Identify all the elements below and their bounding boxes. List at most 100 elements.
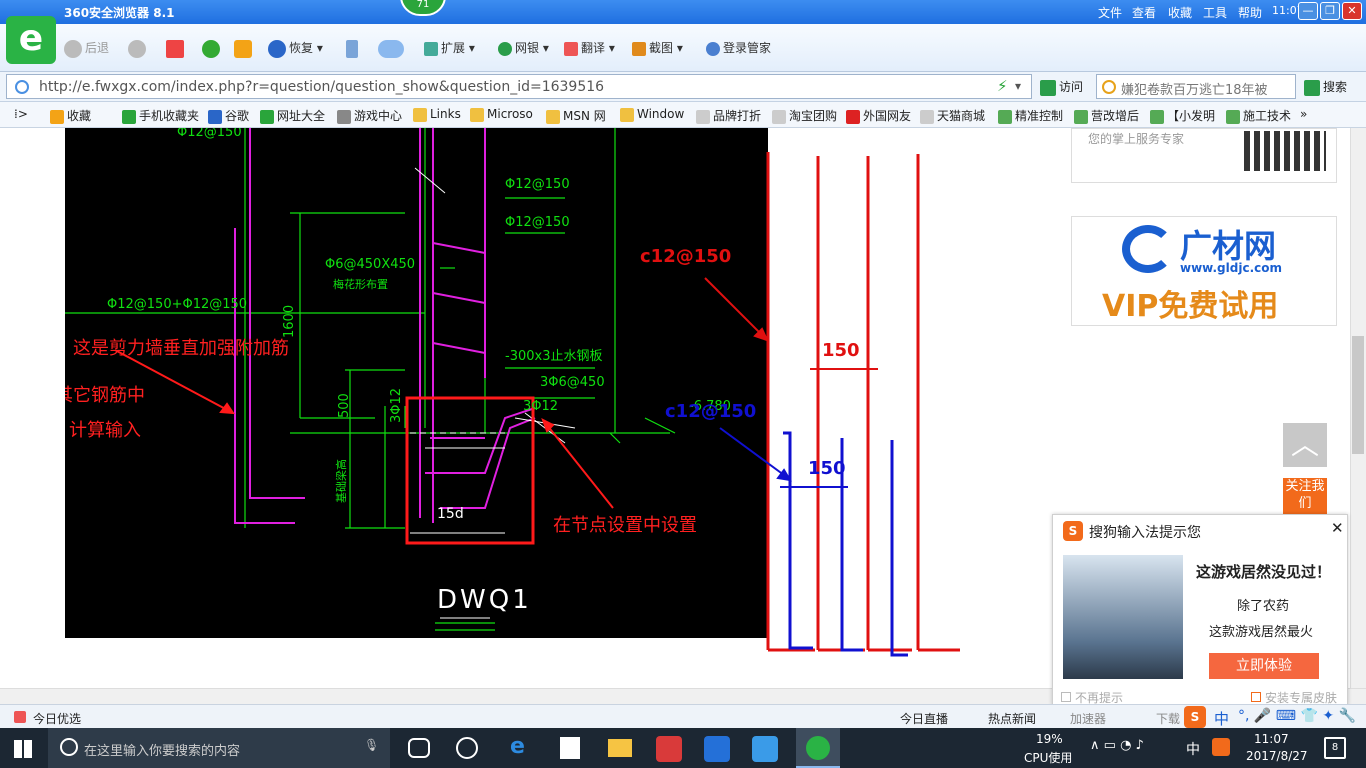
popup-line1: 除了农药: [1237, 599, 1290, 614]
bank-button[interactable]: 网银 ▾: [498, 36, 549, 60]
edge-icon[interactable]: e: [510, 734, 525, 759]
menu-tools[interactable]: 工具: [1203, 4, 1227, 21]
highlight-box: [405, 396, 535, 545]
task-view-icon[interactable]: [408, 738, 430, 758]
action-center-icon[interactable]: 8: [1324, 737, 1346, 759]
today-picks[interactable]: 今日优选: [33, 710, 81, 727]
stop-button[interactable]: [166, 36, 187, 60]
restore-button[interactable]: ❐: [1320, 2, 1340, 20]
menu-favorites[interactable]: 收藏: [1168, 4, 1192, 21]
tray-icons[interactable]: ∧ ▭ ◔ ♪: [1090, 738, 1144, 753]
screenshot-label: 截图: [649, 41, 674, 55]
notification-badge[interactable]: 71: [400, 0, 446, 16]
cad-label-2: Φ12@150: [505, 215, 570, 230]
minimize-button[interactable]: —: [1298, 2, 1318, 20]
accelerator[interactable]: 加速器: [1070, 710, 1106, 727]
sogou-logo-icon: S: [1063, 521, 1083, 541]
app-red-icon[interactable]: [656, 736, 682, 762]
bookmark-item[interactable]: 外国网友: [846, 107, 911, 124]
dropdown-arrow-icon[interactable]: ▾: [1015, 79, 1021, 93]
search-button[interactable]: 搜索: [1304, 78, 1347, 96]
today-live[interactable]: 今日直播: [900, 710, 948, 727]
scissors-icon: [632, 41, 646, 56]
sogou-ime-icon[interactable]: S: [1184, 706, 1206, 728]
back-to-top-button[interactable]: ︿: [1283, 423, 1327, 467]
bookmark-item[interactable]: 天猫商城: [920, 107, 985, 124]
cad-label-top: Φ12@150: [177, 128, 242, 140]
taskbar-search-box[interactable]: 在这里输入你要搜索的内容 🎙: [48, 728, 390, 768]
cloud-button[interactable]: [378, 36, 407, 60]
file-explorer-icon[interactable]: [608, 739, 632, 757]
extend-button[interactable]: 扩展 ▾: [424, 36, 475, 60]
restore-tab-button[interactable]: 恢复 ▾: [268, 36, 323, 60]
gldjc-ad[interactable]: 广材网 www.gldjc.com VIP免费试用: [1071, 216, 1337, 326]
translate-button[interactable]: 翻译 ▾: [564, 36, 615, 60]
close-button[interactable]: ✕: [1342, 2, 1362, 20]
browser-360-taskbar-icon[interactable]: [796, 728, 840, 768]
bookmark-label: 手机收藏夹: [139, 109, 200, 123]
bookmark-item[interactable]: Window: [620, 107, 684, 122]
login-manager-button[interactable]: 登录管家: [706, 36, 771, 60]
store-icon[interactable]: [560, 737, 580, 759]
sidebar-toggle-icon[interactable]: ⁞>: [14, 107, 28, 121]
taskbar: 在这里输入你要搜索的内容 🎙 e 19% CPU使用 ∧ ▭ ◔ ♪ 中 11:…: [0, 728, 1366, 768]
bookmark-item[interactable]: Links: [413, 107, 461, 122]
taskbar-search-placeholder: 在这里输入你要搜索的内容: [84, 744, 241, 759]
bookmark-item[interactable]: 品牌打折: [696, 107, 761, 124]
bookmark-item[interactable]: 收藏: [50, 107, 91, 124]
menu-view[interactable]: 查看: [1132, 4, 1156, 21]
app-blue-g-icon[interactable]: [704, 736, 730, 762]
game-thumbnail: [1063, 555, 1183, 679]
url-input[interactable]: http://e.fwxgx.com/index.php?r=question/…: [6, 74, 1032, 99]
taskbar-ime-lang[interactable]: 中: [1186, 739, 1200, 759]
cad-label-3: Φ6@450X450: [325, 257, 415, 272]
try-now-button[interactable]: 立即体验: [1209, 653, 1319, 679]
taskbar-time: 11:07: [1254, 732, 1289, 746]
popup-close-icon[interactable]: ✕: [1331, 519, 1344, 537]
bookmark-label: 收藏: [67, 109, 92, 123]
visit-button[interactable]: 访问: [1040, 78, 1083, 96]
app-plus-icon[interactable]: [752, 736, 778, 762]
refresh-button[interactable]: [202, 36, 223, 60]
bookmark-item[interactable]: 网址大全: [260, 107, 325, 124]
ime-lang[interactable]: 中: [1214, 708, 1229, 729]
screenshot-button[interactable]: 截图 ▾: [632, 36, 683, 60]
refresh-icon: [202, 39, 220, 58]
phone-button[interactable]: [346, 36, 361, 60]
download[interactable]: 下载: [1156, 710, 1180, 727]
lightning-icon[interactable]: ⚡: [997, 77, 1008, 95]
qr-ad[interactable]: 您的掌上服务专家: [1071, 128, 1337, 183]
bookmark-item[interactable]: MSN 网: [546, 107, 606, 124]
browser-logo-icon[interactable]: e: [6, 16, 56, 64]
menu-file[interactable]: 文件: [1098, 4, 1122, 21]
follow-us-button[interactable]: 关注我们: [1283, 478, 1327, 514]
mic-icon[interactable]: 🎙: [364, 738, 379, 752]
app-swirl-icon[interactable]: [456, 737, 478, 759]
bookmark-item[interactable]: 手机收藏夹: [122, 107, 199, 124]
bookmark-item[interactable]: 施工技术: [1226, 107, 1291, 124]
search-input[interactable]: 嫌犯卷款百万逃亡18年被: [1096, 74, 1296, 99]
ime-tools-icons[interactable]: °, 🎤 ⌨ 👕 ✦ 🔧: [1238, 708, 1356, 724]
more-bookmarks-icon[interactable]: »: [1300, 107, 1307, 121]
back-button[interactable]: 后退: [64, 36, 109, 60]
home-button[interactable]: [234, 36, 255, 60]
tray-sogou-icon[interactable]: [1212, 738, 1230, 756]
bookmark-label: Links: [430, 107, 461, 121]
menu-help[interactable]: 帮助: [1238, 4, 1262, 21]
forward-button[interactable]: [128, 36, 149, 60]
red-spacing-label: c12@150: [640, 246, 731, 267]
bookmark-item[interactable]: Microso: [470, 107, 533, 122]
bookmark-item[interactable]: 【小发明: [1150, 107, 1215, 124]
bookmark-item[interactable]: 谷歌: [208, 107, 249, 124]
go-arrow-icon: [1040, 79, 1056, 96]
annotation-calc-input: 计算输入: [69, 420, 141, 441]
bookmark-item[interactable]: 精准控制: [998, 107, 1063, 124]
hot-news[interactable]: 热点新闻: [988, 710, 1036, 727]
cad-label-8: 3Φ12: [523, 399, 558, 414]
bookmark-item[interactable]: 淘宝团购: [772, 107, 837, 124]
bookmark-item[interactable]: 营改增后: [1074, 107, 1139, 124]
bookmark-item[interactable]: 游戏中心: [337, 107, 402, 124]
windows-start-icon[interactable]: [14, 740, 32, 758]
bookmark-icon: [260, 109, 274, 124]
vertical-scroll-thumb[interactable]: [1352, 336, 1364, 454]
